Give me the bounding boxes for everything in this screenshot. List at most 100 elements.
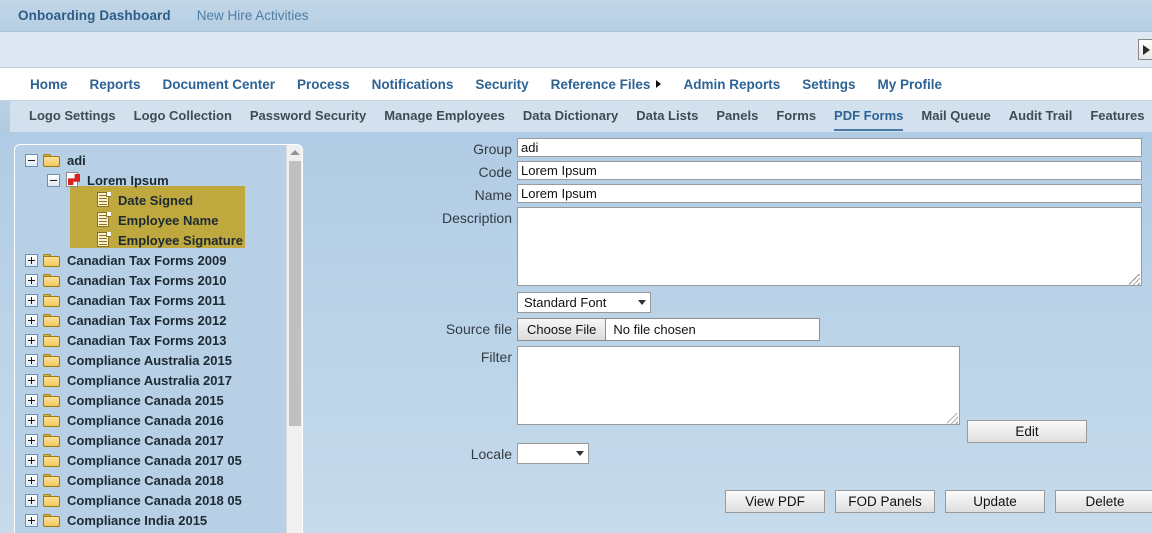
tab-mail-queue[interactable]: Mail Queue (921, 102, 990, 131)
filter-textarea[interactable] (517, 346, 960, 425)
tree-node-label: Employee Name (118, 212, 219, 228)
expand-icon[interactable] (25, 353, 38, 367)
tree-node[interactable]: Compliance Canada 2015 (25, 390, 286, 410)
locale-select[interactable] (517, 443, 589, 464)
nav-item-notifications[interactable]: Notifications (372, 77, 454, 92)
tab-logo-collection[interactable]: Logo Collection (134, 102, 232, 131)
expand-icon[interactable] (25, 513, 38, 527)
tree-node[interactable]: Canadian Tax Forms 2011 (25, 290, 286, 310)
tree-node[interactable]: Compliance India 2015 (25, 510, 286, 530)
font-row: Standard Font (420, 292, 1142, 313)
group-input[interactable] (517, 138, 1142, 157)
update-button[interactable]: Update (945, 490, 1045, 513)
tab-forms[interactable]: Forms (776, 102, 816, 131)
tab-logo-settings[interactable]: Logo Settings (29, 102, 116, 131)
folder-icon (43, 273, 60, 287)
delete-button[interactable]: Delete (1055, 490, 1152, 513)
fod-panels-button[interactable]: FOD Panels (835, 490, 935, 513)
nav-item-process[interactable]: Process (297, 77, 350, 92)
tree-node-label: Compliance Canada 2016 (67, 412, 224, 428)
folder-icon (43, 393, 60, 407)
expand-icon[interactable] (25, 373, 38, 387)
expand-icon[interactable] (25, 393, 38, 407)
expand-icon[interactable] (25, 293, 38, 307)
expand-icon[interactable] (25, 493, 38, 507)
tree-scrollbar[interactable] (286, 145, 302, 533)
folder-icon (43, 333, 60, 347)
tab-pdf-forms[interactable]: PDF Forms (834, 102, 904, 131)
edit-button[interactable]: Edit (967, 420, 1087, 443)
tab-data-dictionary[interactable]: Data Dictionary (523, 102, 618, 131)
tree-node[interactable]: adi (25, 150, 286, 170)
group-row: Group (420, 138, 1142, 157)
tab-manage-employees[interactable]: Manage Employees (384, 102, 505, 131)
nav-item-reference-files[interactable]: Reference Files (551, 77, 662, 92)
scroll-up-button[interactable] (287, 145, 302, 160)
collapse-icon[interactable] (47, 173, 60, 187)
tree-node[interactable]: Employee Name (25, 210, 286, 230)
tree-node[interactable]: Canadian Tax Forms 2009 (25, 250, 286, 270)
expand-icon[interactable] (25, 313, 38, 327)
form-action-bar: View PDF FOD Panels Update Delete (725, 490, 1152, 513)
nav-item-reports[interactable]: Reports (90, 77, 141, 92)
locale-label: Locale (470, 446, 512, 462)
tab-password-security[interactable]: Password Security (250, 102, 366, 131)
app-header: Onboarding Dashboard New Hire Activities (0, 0, 1152, 32)
tree-node[interactable]: Compliance Australia 2017 (25, 370, 286, 390)
tab-features[interactable]: Features (1090, 102, 1144, 131)
expand-icon[interactable] (25, 433, 38, 447)
next-arrow-button[interactable] (1138, 39, 1152, 60)
description-textarea[interactable] (517, 207, 1142, 286)
tree-node[interactable]: Compliance Canada 2018 05 (25, 490, 286, 510)
collapse-icon[interactable] (25, 153, 38, 167)
nav-item-label: Document Center (162, 76, 276, 92)
expand-icon[interactable] (25, 333, 38, 347)
tree-node[interactable]: Canadian Tax Forms 2013 (25, 330, 286, 350)
scrollbar-thumb[interactable] (289, 161, 301, 426)
code-input[interactable] (517, 161, 1142, 180)
tree-node[interactable]: Compliance Canada 2017 (25, 430, 286, 450)
expand-icon[interactable] (25, 453, 38, 467)
tree-node-list: adi Lorem Ipsum Date Signed Employee Name Em… (15, 145, 286, 533)
view-pdf-button[interactable]: View PDF (725, 490, 825, 513)
choose-file-button[interactable]: Choose File (518, 319, 607, 340)
expand-icon[interactable] (25, 413, 38, 427)
tree-node[interactable]: Compliance Canada 2018 (25, 470, 286, 490)
nav-item-security[interactable]: Security (475, 77, 528, 92)
tree-node[interactable]: Canadian Tax Forms 2010 (25, 270, 286, 290)
name-row: Name (420, 184, 1142, 203)
folder-icon (43, 313, 60, 327)
tab-data-lists[interactable]: Data Lists (636, 102, 698, 131)
folder-icon (43, 433, 60, 447)
expand-icon[interactable] (25, 273, 38, 287)
nav-item-home[interactable]: Home (30, 77, 68, 92)
tree-node[interactable]: Compliance Australia 2015 (25, 350, 286, 370)
play-arrow-icon (1143, 44, 1150, 55)
source-file-input[interactable]: Choose File No file chosen (517, 318, 820, 341)
tab-panels[interactable]: Panels (716, 102, 758, 131)
tree-node[interactable]: Date Signed (25, 190, 286, 210)
nav-item-label: Settings (802, 76, 856, 92)
folder-icon (43, 253, 60, 267)
tree-node[interactable]: Lorem Ipsum (25, 170, 286, 190)
nav-item-document-center[interactable]: Document Center (163, 77, 276, 92)
nav-item-settings[interactable]: Settings (802, 77, 855, 92)
header-subnav-link[interactable]: New Hire Activities (197, 8, 309, 23)
expand-icon[interactable] (25, 253, 38, 267)
document-icon (96, 212, 111, 228)
tree-node[interactable]: Canadian Tax Forms 2012 (25, 310, 286, 330)
nav-item-admin-reports[interactable]: Admin Reports (683, 77, 780, 92)
tree-node-label: Lorem Ipsum (87, 172, 169, 188)
name-input[interactable] (517, 184, 1142, 203)
tree-node[interactable]: Compliance Canada 2016 (25, 410, 286, 430)
font-select[interactable]: Standard Font (517, 292, 651, 313)
chevron-up-icon (289, 150, 300, 155)
tree-node[interactable]: Compliance Canada 2017 05 (25, 450, 286, 470)
tree-node-label: Compliance Canada 2015 (67, 392, 224, 408)
nav-item-my-profile[interactable]: My Profile (877, 77, 942, 92)
expand-icon[interactable] (25, 473, 38, 487)
tree-node[interactable]: Employee Signature (25, 230, 286, 250)
name-label: Name (474, 187, 512, 203)
tab-audit-trail[interactable]: Audit Trail (1009, 102, 1073, 131)
folder-icon (43, 353, 60, 367)
